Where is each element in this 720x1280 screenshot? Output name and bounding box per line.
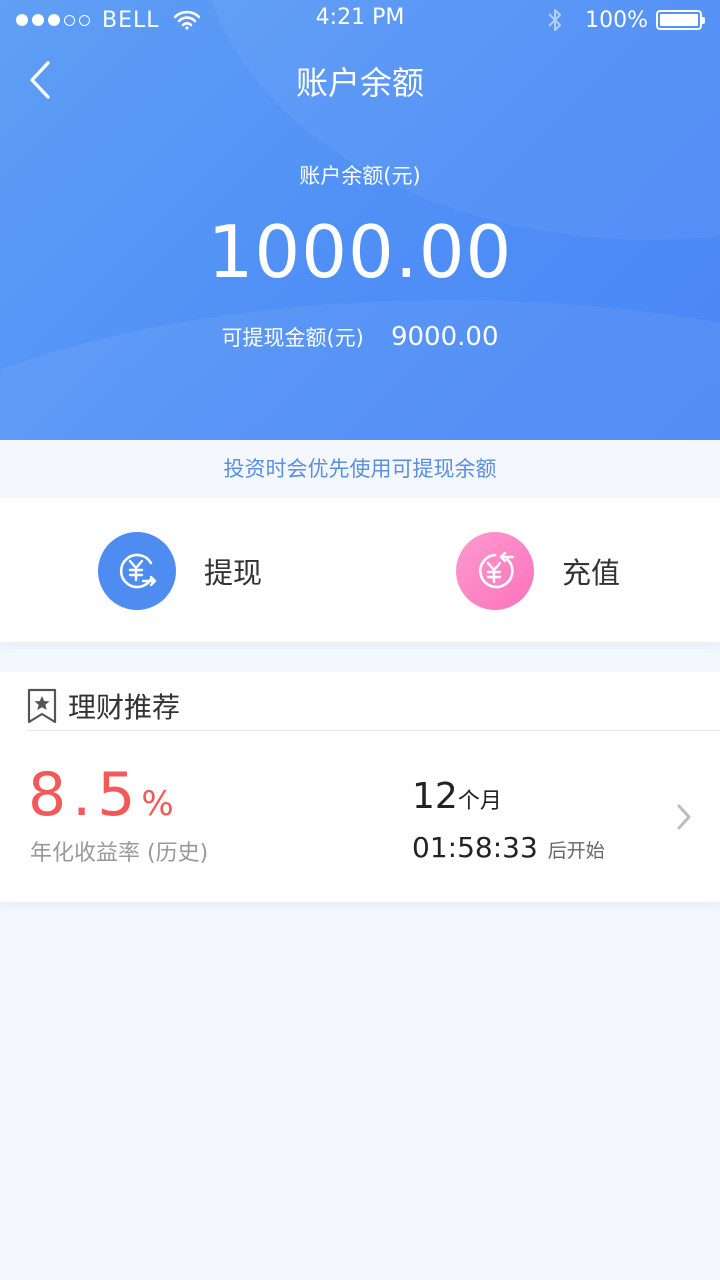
term-unit: 个月 bbox=[457, 789, 502, 814]
bluetooth-icon bbox=[548, 9, 562, 31]
withdrawable-row: 可提现金额(元) 9000.00 bbox=[0, 322, 720, 352]
recharge-label: 充值 bbox=[562, 556, 621, 590]
recharge-button[interactable]: 充值 bbox=[456, 532, 620, 610]
rate-label: 年化收益率 (历史) bbox=[30, 841, 209, 866]
recharge-icon bbox=[456, 532, 534, 610]
withdraw-label: 提现 bbox=[204, 556, 263, 590]
withdraw-icon bbox=[98, 532, 176, 610]
recommendation-title: 理财推荐 bbox=[68, 691, 181, 724]
notice-text: 投资时会优先使用可提现余额 bbox=[223, 457, 497, 481]
term-value: 12 bbox=[412, 776, 458, 817]
status-bar-right: 100% bbox=[547, 6, 705, 34]
recommendation-header: 理财推荐 bbox=[26, 682, 180, 730]
status-bar: BELL 4:21 PM 100% bbox=[0, 0, 720, 40]
withdrawable-label: 可提现金额(元) bbox=[221, 326, 364, 350]
term: 12个月 bbox=[412, 777, 502, 822]
header-wave-decoration bbox=[0, 300, 720, 440]
countdown: 01:58:33 后开始 bbox=[412, 831, 605, 864]
balance-header: BELL 4:21 PM 100% 账户余额 账户余额(元) 1000.00 可… bbox=[0, 0, 720, 440]
annual-rate: 8.5% bbox=[28, 765, 174, 834]
action-panel: 提现 充值 bbox=[0, 498, 720, 642]
recommendation-card: 理财推荐 8.5% 年化收益率 (历史) 12个月 01:58:33 后开始 bbox=[0, 672, 720, 902]
battery-percent: 100% bbox=[585, 7, 648, 33]
rate-unit: % bbox=[141, 784, 174, 824]
balance-label: 账户余额(元) bbox=[299, 164, 421, 188]
withdraw-button[interactable]: 提现 bbox=[98, 532, 262, 610]
battery-icon bbox=[656, 10, 705, 30]
countdown-time: 01:58:33 bbox=[412, 831, 538, 864]
balance-amount: 1000.00 bbox=[207, 210, 513, 294]
chevron-right-icon bbox=[677, 804, 691, 830]
bookmark-star-icon bbox=[27, 688, 57, 724]
withdrawable-value: 9000.00 bbox=[390, 322, 499, 352]
page-title: 账户余额 bbox=[295, 64, 424, 102]
product-item[interactable]: 8.5% 年化收益率 (历史) 12个月 01:58:33 后开始 bbox=[0, 731, 720, 902]
countdown-suffix: 后开始 bbox=[547, 840, 605, 862]
rate-value: 8.5 bbox=[28, 760, 142, 830]
